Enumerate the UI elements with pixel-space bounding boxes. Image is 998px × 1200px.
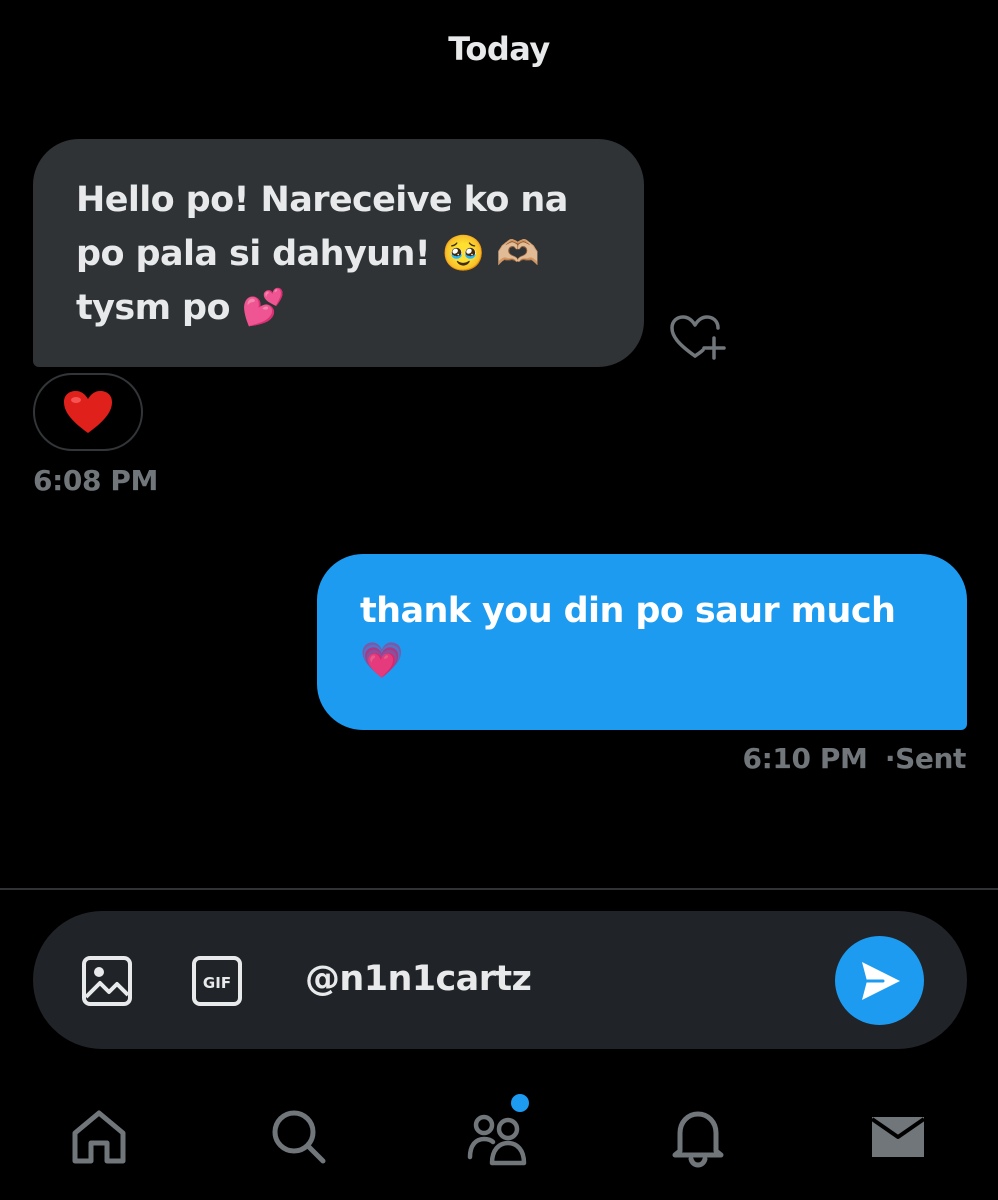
send-button[interactable] <box>835 936 924 1025</box>
incoming-timestamp: 6:08 PM <box>33 464 158 497</box>
image-icon <box>82 956 132 1006</box>
add-media-button[interactable] <box>81 955 133 1007</box>
red-heart-icon <box>64 391 112 433</box>
add-reaction-button[interactable] <box>668 312 728 362</box>
nav-home[interactable] <box>67 1105 131 1169</box>
outgoing-message-line: thank you din po saur much <box>360 591 896 631</box>
message-input[interactable] <box>305 951 825 1007</box>
nav-search[interactable] <box>267 1105 331 1169</box>
heart-plus-icon <box>670 315 726 360</box>
outgoing-message-bubble[interactable]: thank you din po saur much 💗 <box>317 554 967 730</box>
date-separator: Today <box>448 30 550 68</box>
incoming-message-line: po pala si dahyun! 🥹 🫶🏼 <box>76 234 540 274</box>
search-icon <box>272 1110 326 1164</box>
bottom-navigation <box>0 1085 998 1185</box>
outgoing-timestamp: 6:10 PM <box>742 742 868 775</box>
gif-label: GIF <box>203 974 231 992</box>
nav-messages[interactable] <box>866 1105 930 1169</box>
communities-icon <box>467 1114 527 1166</box>
add-gif-button[interactable]: GIF <box>191 955 243 1007</box>
notifications-icon <box>672 1111 724 1168</box>
nav-communities[interactable] <box>466 1105 530 1169</box>
nav-notifications[interactable] <box>666 1105 730 1169</box>
outgoing-message-line: 💗 <box>360 641 404 681</box>
outgoing-status: 6:10 PM ·Sent <box>742 742 967 775</box>
notification-dot <box>511 1094 529 1112</box>
incoming-message-bubble[interactable]: Hello po! Nareceive ko na po pala si dah… <box>33 139 644 367</box>
composer-divider <box>0 888 998 890</box>
message-composer: GIF <box>33 911 967 1049</box>
incoming-message-line: Hello po! Nareceive ko na <box>76 180 568 220</box>
message-reaction[interactable] <box>33 373 143 451</box>
messages-icon <box>870 1117 926 1157</box>
send-icon <box>861 961 900 1000</box>
incoming-message-line: tysm po 💕 <box>76 288 285 328</box>
sent-status: ·Sent <box>884 742 967 775</box>
home-icon <box>72 1110 126 1164</box>
gif-icon: GIF <box>192 956 242 1006</box>
